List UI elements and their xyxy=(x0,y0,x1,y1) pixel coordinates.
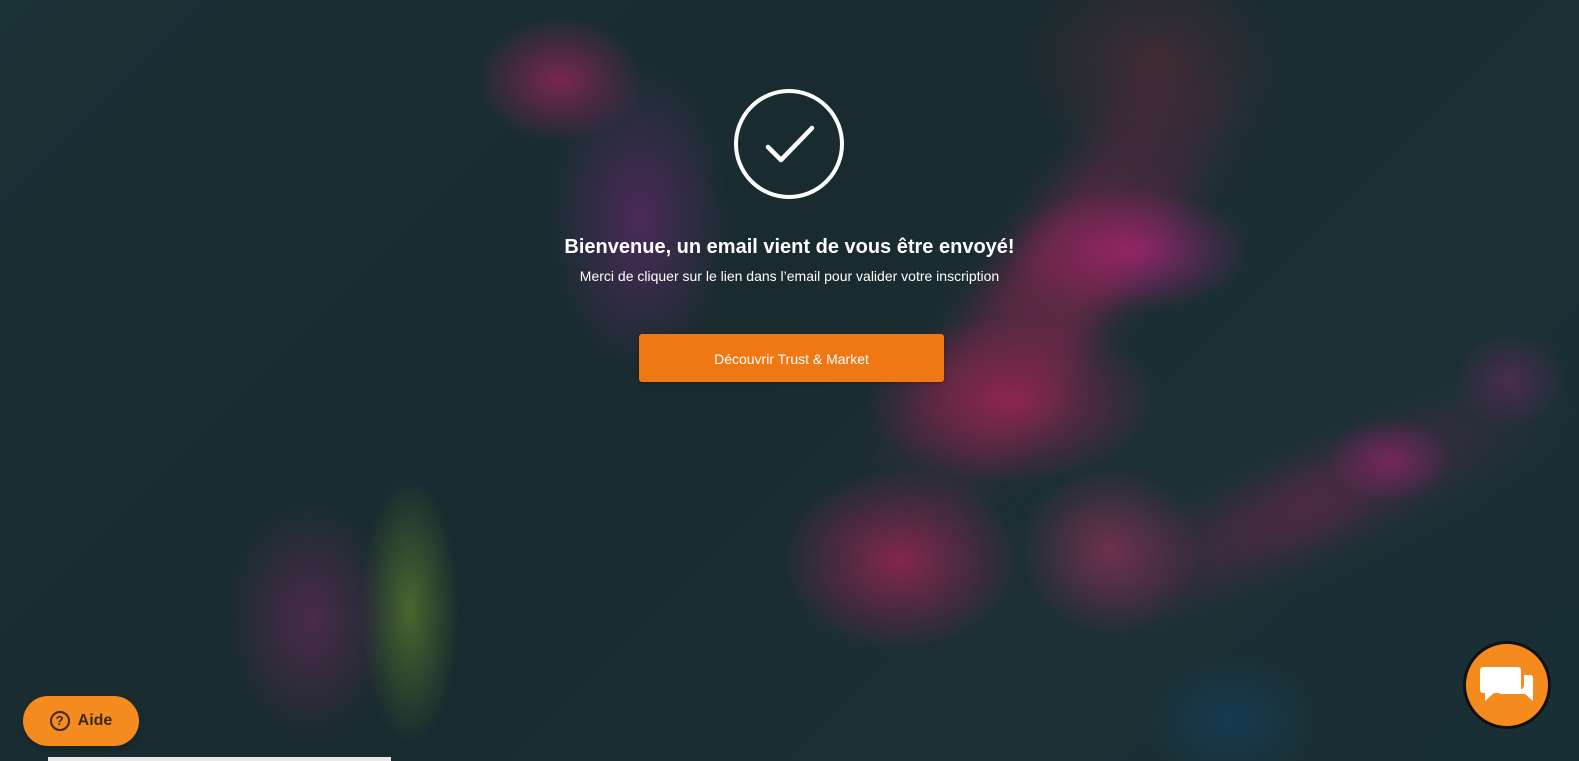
chat-button[interactable] xyxy=(1463,641,1551,729)
chat-bubbles-icon xyxy=(1480,667,1533,701)
discover-button[interactable]: Découvrir Trust & Market xyxy=(639,334,944,382)
page-title: Bienvenue, un email vient de vous être e… xyxy=(564,236,1015,258)
help-button[interactable]: ? Aide xyxy=(23,696,139,746)
bottom-scroll-indicator xyxy=(48,757,391,761)
help-label: Aide xyxy=(77,712,113,729)
check-circle-icon xyxy=(734,89,844,199)
question-circle-icon: ? xyxy=(49,711,70,731)
page-subtitle: Merci de cliquer sur le lien dans l’emai… xyxy=(579,268,1000,284)
